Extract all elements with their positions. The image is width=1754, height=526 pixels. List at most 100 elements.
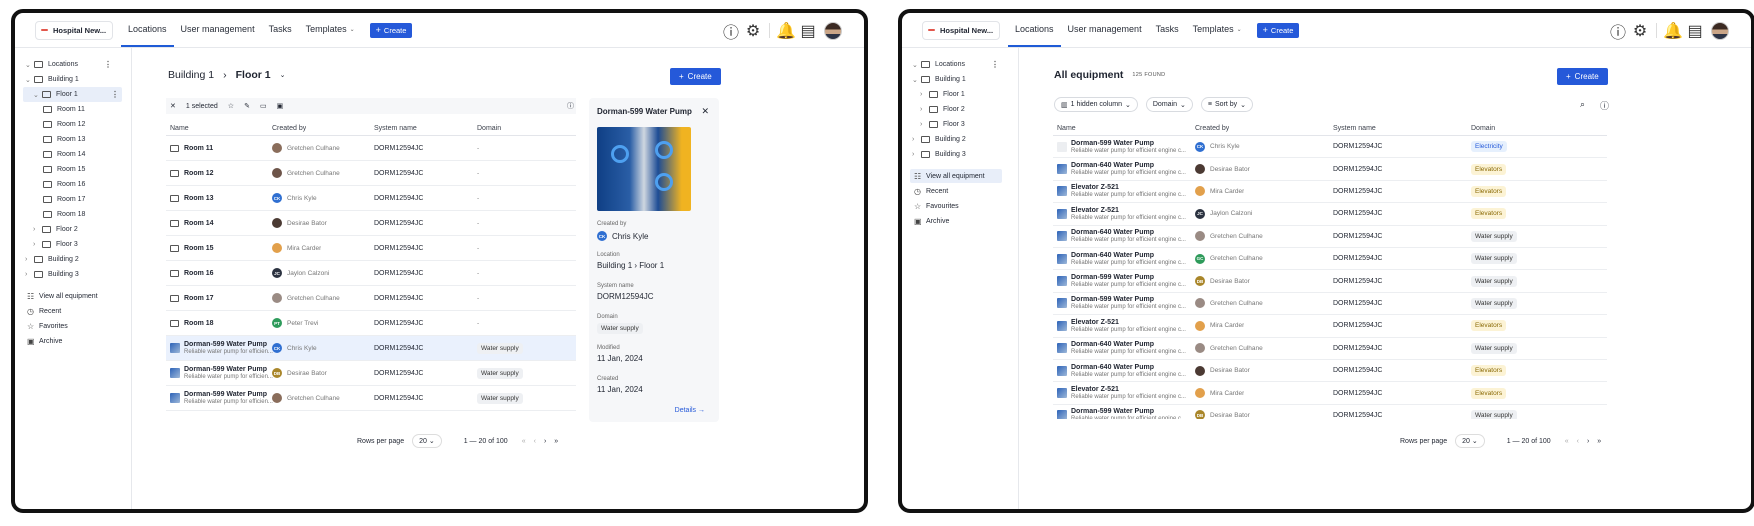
bell-icon[interactable]: 🔔 <box>1663 23 1683 40</box>
table-row[interactable]: Room 13 CK Chris Kyle DORM12594JC - <box>166 186 576 211</box>
nav-user-management[interactable]: User management <box>1061 13 1149 47</box>
avatar[interactable] <box>824 21 842 40</box>
rows-per-page-select[interactable]: 20 ⌄ <box>1455 434 1485 448</box>
sidebar-item-favourites[interactable]: ☆ Favourites <box>914 199 959 213</box>
tree-locations[interactable]: ⌄ Locations ⋮ <box>912 57 1009 72</box>
close-icon[interactable]: ✕ <box>701 106 709 117</box>
sidebar-item-view-all-equipment[interactable]: ☷ View all equipment <box>27 289 98 303</box>
nav-tasks[interactable]: Tasks <box>262 13 299 47</box>
help-icon[interactable]: ⓘ <box>1610 25 1626 42</box>
table-row[interactable]: Dorman-599 Water PumpReliable water pump… <box>1053 293 1607 316</box>
next-page-icon[interactable]: › <box>544 438 546 445</box>
close-icon[interactable]: ✕ <box>170 102 176 110</box>
tree-room[interactable]: Room 17 <box>43 192 85 207</box>
tree-locations[interactable]: ⌄ Locations ⋮ <box>25 57 122 72</box>
tree-building-1[interactable]: ⌄ Building 1 <box>25 72 79 87</box>
table-row[interactable]: Dorman-599 Water PumpReliable water pump… <box>166 386 576 411</box>
table-row[interactable]: Dorman-640 Water Pump Reliable water pump… <box>1053 338 1607 360</box>
table-row[interactable]: Elevator Z-521 Reliable water pump for ef… <box>1053 382 1607 405</box>
tree-room[interactable]: Room 13 <box>43 132 85 147</box>
avatar[interactable] <box>1711 21 1729 40</box>
tree-floor-1[interactable]: › Floor 1 <box>920 87 965 102</box>
gear-icon[interactable]: ⚙ <box>1633 23 1647 40</box>
rows-per-page-select[interactable]: 20 ⌄ <box>412 434 442 448</box>
star-icon[interactable]: ☆ <box>228 102 234 110</box>
create-button[interactable]: + Create <box>1256 22 1300 38</box>
table-row[interactable]: Dorman-599 Water PumpReliable water pump… <box>1053 405 1607 419</box>
archive-icon[interactable]: ▣ <box>277 102 284 110</box>
workspace-switcher[interactable]: Hospital New... <box>35 20 113 40</box>
document-icon[interactable]: ▤ <box>800 23 815 40</box>
table-row[interactable]: Room 17 Gretchen Culhane DORM12594JC - <box>166 286 576 311</box>
nav-templates[interactable]: Templates ⌄ <box>1186 13 1249 47</box>
tree-building-2[interactable]: › Building 2 <box>912 132 966 147</box>
table-row[interactable]: Room 18 PT Peter Trevi DORM12594JC - <box>166 311 576 336</box>
move-folder-icon[interactable]: ▭ <box>260 102 267 110</box>
tree-building-1[interactable]: ⌄ Building 1 <box>912 72 966 87</box>
column-name[interactable]: Name <box>170 122 189 135</box>
tree-room[interactable]: Room 15 <box>43 162 85 177</box>
first-page-icon[interactable]: « <box>522 438 526 445</box>
table-row[interactable]: Room 16 JC Jaylon Calzoni DORM12594JC - <box>166 261 576 286</box>
table-row[interactable]: Dorman-599 Water PumpReliable water pump… <box>1053 136 1607 159</box>
tree-room[interactable]: Room 16 <box>43 177 85 192</box>
prev-page-icon[interactable]: ‹ <box>1577 438 1579 445</box>
column-created-by[interactable]: Created by <box>272 122 306 135</box>
prev-page-icon[interactable]: ‹ <box>534 438 536 445</box>
sidebar-item-archive[interactable]: ▣ Archive <box>914 214 949 228</box>
first-page-icon[interactable]: « <box>1565 438 1569 445</box>
table-row[interactable]: Elevator Z-521 Reliable water pump for ef… <box>1053 181 1607 204</box>
nav-tasks[interactable]: Tasks <box>1149 13 1186 47</box>
table-row[interactable]: Dorman-599 Water PumpReliable water pump… <box>166 361 576 386</box>
sidebar-item-view-all-equipment[interactable]: ☷ View all equipment <box>910 169 1002 183</box>
last-page-icon[interactable]: » <box>1597 438 1601 445</box>
create-button[interactable]: + Create <box>369 22 413 38</box>
gear-icon[interactable]: ⚙ <box>746 23 760 40</box>
document-icon[interactable]: ▤ <box>1687 23 1702 40</box>
nav-locations[interactable]: Locations <box>1008 13 1061 47</box>
column-domain[interactable]: Domain <box>477 122 501 135</box>
tree-room[interactable]: Room 14 <box>43 147 85 162</box>
more-icon[interactable]: ⋮ <box>991 60 999 69</box>
table-row[interactable]: Dorman-640 Water Pump Reliable water pump… <box>1053 226 1607 248</box>
chevron-down-icon[interactable]: ⌄ <box>280 71 286 79</box>
help-icon[interactable]: ⓘ <box>723 25 739 42</box>
table-row[interactable]: Dorman-599 Water PumpReliable water pump… <box>1053 270 1607 293</box>
edit-icon[interactable]: ✎ <box>244 102 250 110</box>
create-button[interactable]: + Create <box>670 68 721 85</box>
sidebar-item-recent[interactable]: ◷ Recent <box>27 304 61 318</box>
nav-templates[interactable]: Templates ⌄ <box>299 13 362 47</box>
table-row[interactable]: Room 14 Desirae Bator DORM12594JC - <box>166 211 576 236</box>
tree-building-3[interactable]: › Building 3 <box>912 147 966 162</box>
tree-room[interactable]: Room 11 <box>43 102 85 117</box>
table-row[interactable]: Room 12 Gretchen Culhane DORM12594JC - <box>166 161 576 186</box>
table-row[interactable]: Dorman-640 Water Pump Reliable water pump… <box>1053 248 1607 271</box>
sidebar-item-recent[interactable]: ◷ Recent <box>914 184 948 198</box>
tree-room[interactable]: Room 12 <box>43 117 85 132</box>
more-icon[interactable]: ⋮ <box>111 90 119 99</box>
sidebar-item-favorites[interactable]: ☆ Favorites <box>27 319 68 333</box>
table-row[interactable]: Elevator Z-521 Reliable water pump for ef… <box>1053 315 1607 338</box>
tree-floor-1[interactable]: ⌄ Floor 1 ⋮ <box>23 87 122 102</box>
tree-room[interactable]: Room 18 <box>43 207 85 222</box>
more-icon[interactable]: ⋮ <box>104 60 112 69</box>
sidebar-item-archive[interactable]: ▣ Archive <box>27 334 62 348</box>
tree-building-3[interactable]: › Building 3 <box>25 267 79 282</box>
nav-locations[interactable]: Locations <box>121 13 174 47</box>
table-row[interactable]: Dorman-599 Water PumpReliable water pump… <box>166 336 576 361</box>
tree-floor-2[interactable]: › Floor 2 <box>33 222 78 237</box>
tree-building-2[interactable]: › Building 2 <box>25 252 79 267</box>
table-row[interactable]: Dorman-640 Water Pump Reliable water pump… <box>1053 158 1607 181</box>
page-title[interactable]: Floor 1 <box>236 69 271 81</box>
details-link[interactable]: Details → <box>675 407 705 414</box>
table-row[interactable]: Elevator Z-521 Reliable water pump for ef… <box>1053 203 1607 226</box>
tree-floor-3[interactable]: › Floor 3 <box>920 117 965 132</box>
workspace-switcher[interactable]: Hospital New... <box>922 20 1000 40</box>
breadcrumb-building[interactable]: Building 1 <box>168 69 214 81</box>
tree-floor-2[interactable]: › Floor 2 <box>920 102 965 117</box>
tree-floor-3[interactable]: › Floor 3 <box>33 237 78 252</box>
table-row[interactable]: Room 11 Gretchen Culhane DORM12594JC - <box>166 136 576 161</box>
nav-user-management[interactable]: User management <box>174 13 262 47</box>
info-icon[interactable]: ⓘ <box>567 101 574 111</box>
table-row[interactable]: Dorman-640 Water Pump Reliable water pump… <box>1053 360 1607 383</box>
